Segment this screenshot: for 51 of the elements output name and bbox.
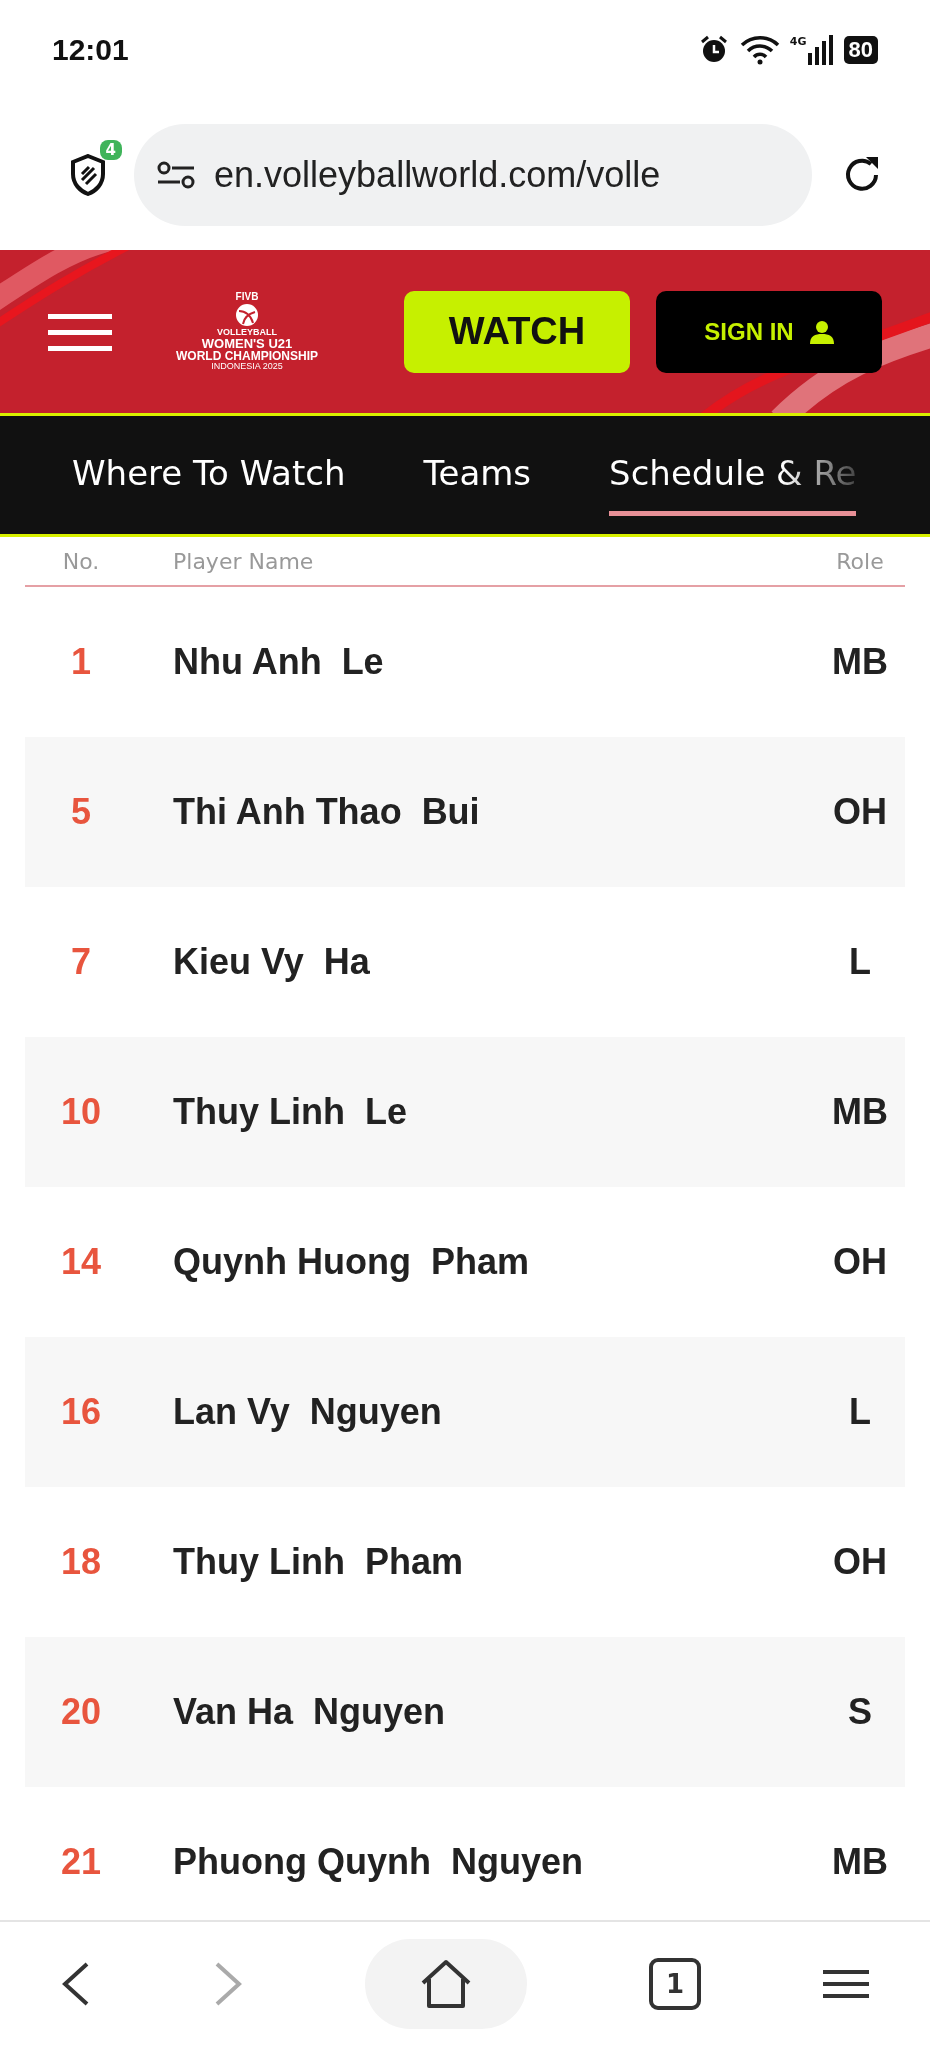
table-cell-text: Thuy Linh Le: [172, 1091, 408, 1133]
table-cell-text: MB: [831, 1091, 889, 1133]
table-cell-text: 14: [59, 1241, 102, 1283]
home-icon: [419, 1959, 473, 2009]
table-cell-text: Thuy Linh Pham: [172, 1541, 464, 1583]
ball-icon: [234, 302, 260, 328]
table-cell-text: S: [847, 1691, 873, 1733]
table-cell-text: MB: [831, 1841, 889, 1883]
user-icon: [809, 319, 834, 344]
table-cell-text: OH: [832, 791, 888, 833]
table-cell-text: L: [848, 941, 872, 983]
site-settings-icon: [156, 160, 196, 190]
nav-tab[interactable]: Teams: [423, 434, 532, 516]
battery-level: 80: [843, 36, 878, 64]
column-header: Role: [835, 548, 885, 574]
tab-count-button[interactable]: 1: [649, 1958, 701, 2010]
network-type: 4G: [789, 35, 807, 48]
sign-in-button[interactable]: SIGN IN: [656, 290, 882, 373]
table-cell-text: Kieu Vy Ha: [172, 941, 371, 983]
nav-tab[interactable]: Where To Watch: [72, 434, 346, 516]
watch-button[interactable]: WATCH: [404, 290, 630, 373]
shield-icon: [70, 154, 106, 196]
table-cell-text: L: [848, 1391, 872, 1433]
clock-time: 12:01: [52, 33, 129, 67]
menu-icon[interactable]: [823, 1969, 869, 1999]
table-cell-text: Thi Anh Thao Bui: [172, 791, 481, 833]
url-text: en.volleyballworld.com/volle: [214, 154, 661, 196]
table-cell-text: 7: [70, 941, 92, 983]
table-cell-text: 21: [59, 1841, 102, 1883]
column-header: No.: [61, 548, 101, 574]
table-cell-text: Quynh Huong Pham: [172, 1241, 530, 1283]
table-cell-text: 18: [59, 1541, 102, 1583]
table-cell-text: Nhu Anh Le: [172, 641, 385, 683]
table-cell-text: OH: [832, 1241, 888, 1283]
table-cell-text: 16: [59, 1391, 102, 1433]
count-badge: 4: [99, 140, 122, 160]
table-cell-text: OH: [832, 1541, 888, 1583]
table-cell-text: 1: [70, 641, 92, 683]
table-cell-text: 10: [59, 1091, 102, 1133]
table-cell-text: 5: [70, 791, 92, 833]
column-header: Player Name: [172, 548, 315, 574]
table-cell-text: Van Ha Nguyen: [172, 1691, 447, 1733]
address-bar[interactable]: en.volleyballworld.com/volle: [134, 124, 812, 226]
back-icon[interactable]: [61, 1962, 91, 2006]
table-cell-text: MB: [831, 641, 889, 683]
table-cell-text: Phuong Quynh Nguyen: [172, 1841, 584, 1883]
table-cell-text: Lan Vy Nguyen: [172, 1391, 443, 1433]
event-logo[interactable]: FIVB VOLLEYBALL WOMEN'S U21 WORLD CHAMPIONSHIP INDONESIA 2025: [176, 292, 318, 371]
table-cell-text: 20: [59, 1691, 102, 1733]
signal-icon: [807, 35, 834, 65]
wifi-icon: [739, 35, 780, 65]
